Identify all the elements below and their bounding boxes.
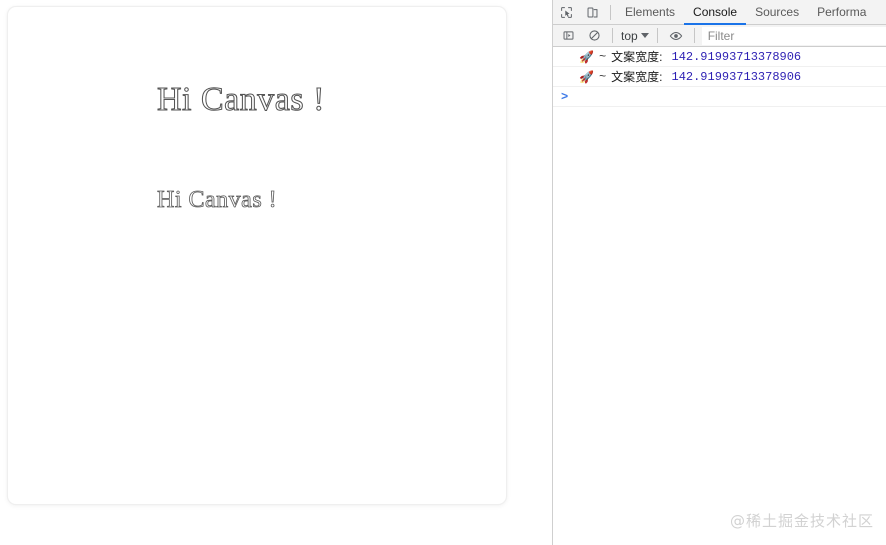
console-input-prompt[interactable]: > [553, 87, 886, 107]
console-message-list: 🚀 ~ 文案宽度: 142.91993713378906 🚀 ~ 文案宽度: 1… [553, 47, 886, 107]
console-message-row[interactable]: 🚀 ~ 文案宽度: 142.91993713378906 [553, 67, 886, 87]
canvas-stroked-text-small: Hi Canvas ! [157, 187, 278, 214]
rocket-icon: 🚀 [579, 69, 594, 84]
page-viewport: Hi Canvas ! Hi Canvas ! [0, 0, 553, 545]
execution-context-selector[interactable]: top [618, 29, 652, 43]
devtools-tabbar: Elements Console Sources Performa [553, 0, 886, 25]
toolbar-separator [693, 28, 695, 43]
console-sidebar-icon[interactable] [555, 24, 581, 48]
prompt-chevron-icon: > [561, 89, 569, 104]
console-message-label: 文案宽度: [611, 50, 663, 64]
canvas-stroked-text-large: Hi Canvas ! [156, 80, 325, 118]
devtools-panel: Elements Console Sources Performa top Fi… [553, 0, 886, 545]
tab-elements[interactable]: Elements [616, 0, 684, 25]
tilde-separator: ~ [598, 69, 607, 84]
tab-console[interactable]: Console [684, 0, 747, 25]
toolbar-separator [610, 4, 611, 20]
watermark: @稀土掘金技术社区 [729, 512, 874, 530]
tab-sources[interactable]: Sources [746, 0, 808, 25]
console-message-label: 文案宽度: [611, 70, 663, 84]
inspect-element-icon[interactable] [553, 0, 579, 24]
console-toolbar: top [553, 25, 886, 47]
canvas-element[interactable]: Hi Canvas ! Hi Canvas ! [7, 6, 507, 505]
execution-context-label: top [621, 28, 638, 43]
chevron-down-icon [640, 33, 649, 38]
toolbar-separator [656, 28, 658, 43]
device-toolbar-icon[interactable] [579, 0, 605, 24]
eye-icon[interactable] [663, 24, 689, 48]
console-filter-input[interactable] [701, 26, 886, 45]
rocket-icon: 🚀 [579, 49, 594, 64]
toolbar-separator [612, 28, 613, 43]
console-message-row[interactable]: 🚀 ~ 文案宽度: 142.91993713378906 [553, 47, 886, 67]
console-message-value: 142.91993713378906 [671, 69, 802, 84]
console-message-value: 142.91993713378906 [671, 49, 802, 64]
tilde-separator: ~ [598, 49, 607, 64]
clear-console-icon[interactable] [581, 24, 607, 48]
tab-performance[interactable]: Performa [808, 0, 875, 25]
